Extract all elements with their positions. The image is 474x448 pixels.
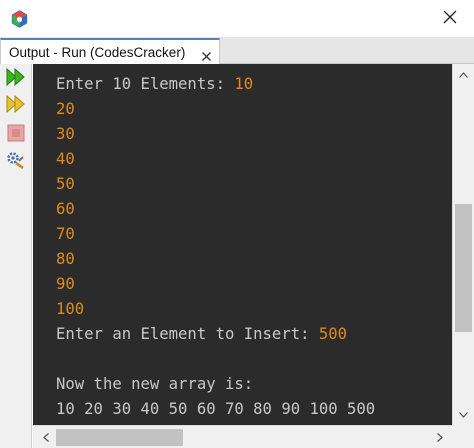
console-user-input: 40: [56, 150, 75, 168]
console-line: 100: [56, 297, 375, 322]
console-text: Enter 10 Elements: 10 20 30 40 50 60 70 80 90 100…: [56, 72, 375, 422]
console-user-input: 500: [318, 325, 348, 343]
console-user-input: 70: [56, 225, 75, 243]
rerun-params-icon: [6, 94, 26, 117]
output-toolbar: [0, 64, 32, 448]
console-output-text: Enter an Element to Insert:: [56, 325, 319, 343]
scroll-up-arrow-icon[interactable]: [453, 66, 474, 83]
tab-close-icon[interactable]: [201, 47, 212, 61]
console-line: 10 20 30 40 50 60 70 80 90 100 500: [56, 397, 375, 422]
settings-icon: [6, 151, 26, 175]
settings-button[interactable]: [5, 152, 27, 174]
scrollbar-corner: [452, 425, 474, 448]
stop-icon: [7, 124, 25, 146]
console-line: Enter 10 Elements: 10: [56, 72, 375, 97]
scroll-left-arrow-icon[interactable]: [37, 429, 54, 446]
tab-output-run[interactable]: Output - Run (CodesCracker): [0, 38, 220, 65]
tab-label: Output - Run (CodesCracker): [9, 45, 186, 60]
console-user-input: 10: [234, 75, 254, 93]
console-user-input: 100: [56, 300, 85, 318]
console-line: 60: [56, 197, 375, 222]
console-user-input: 60: [56, 200, 75, 218]
console-line: 40: [56, 147, 375, 172]
console-output-text: Enter 10 Elements:: [56, 75, 235, 93]
console-line: 90: [56, 272, 375, 297]
console-output-text: Now the new array is:: [56, 375, 254, 393]
console-user-input: 80: [56, 250, 75, 268]
console-user-input: 30: [56, 125, 75, 143]
close-icon: [443, 9, 457, 28]
netbeans-cube-icon: [11, 10, 28, 28]
title-bar: [0, 0, 474, 37]
console-output-text: 10 20 30 40 50 60 70 80 90 100 500: [56, 400, 376, 418]
console-line: 50: [56, 172, 375, 197]
console-line: 30: [56, 122, 375, 147]
rerun-icon: [6, 67, 26, 90]
rerun-params-button[interactable]: [5, 94, 27, 117]
console-line: 20: [56, 97, 375, 122]
stop-button[interactable]: [5, 124, 27, 146]
horizontal-scrollbar[interactable]: [33, 425, 452, 448]
horizontal-scroll-thumb[interactable]: [56, 429, 183, 446]
console-line: Enter an Element to Insert: 500: [56, 322, 375, 347]
console-output[interactable]: Enter 10 Elements: 10 20 30 40 50 60 70 80 90 100…: [33, 64, 452, 425]
console-user-input: 90: [56, 275, 75, 293]
console-user-input: 50: [56, 175, 75, 193]
vertical-scrollbar[interactable]: [452, 64, 474, 425]
console-line: Now the new array is:: [56, 372, 375, 397]
console-line: 70: [56, 222, 375, 247]
vertical-scroll-thumb[interactable]: [455, 204, 472, 332]
scroll-down-arrow-icon[interactable]: [453, 406, 474, 423]
scroll-right-arrow-icon[interactable]: [431, 429, 448, 446]
rerun-button[interactable]: [5, 67, 27, 90]
console-user-input: 20: [56, 100, 75, 118]
window-close-button[interactable]: [428, 3, 472, 34]
tab-strip: Output - Run (CodesCracker): [0, 37, 474, 65]
console-line: 80: [56, 247, 375, 272]
